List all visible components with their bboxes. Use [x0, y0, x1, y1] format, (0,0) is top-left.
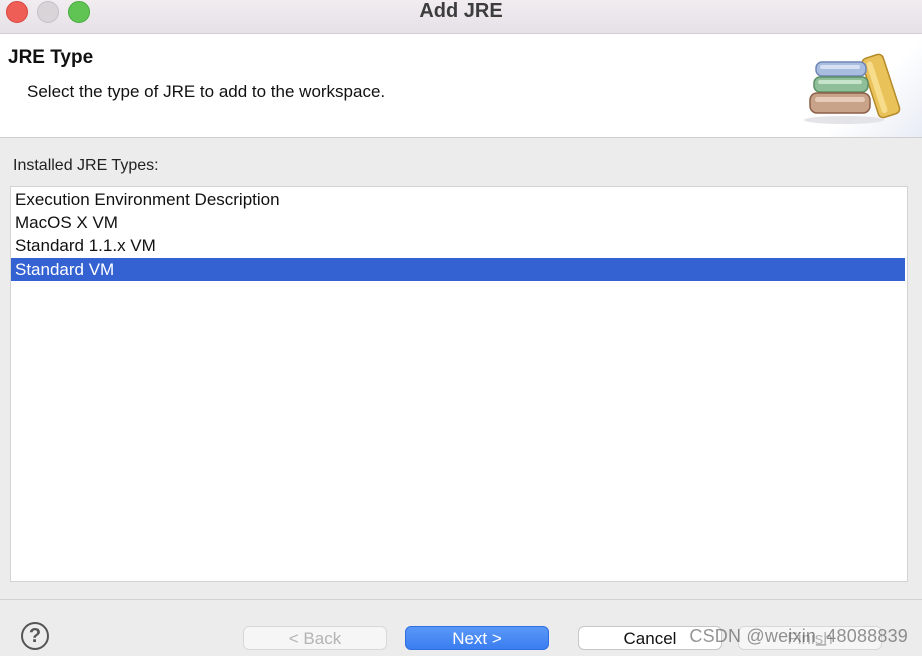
next-button[interactable]: Next > — [405, 626, 549, 650]
add-jre-dialog: Add JRE JRE Type Select the type of JRE … — [0, 0, 922, 656]
list-item-standard-vm[interactable]: Standard VM — [11, 258, 905, 281]
page-title: JRE Type — [8, 47, 94, 68]
help-icon[interactable]: ? — [21, 622, 49, 650]
title-bar: Add JRE — [0, 0, 922, 34]
list-item-standard-1-1-x-vm[interactable]: Standard 1.1.x VM — [11, 234, 905, 257]
window-title: Add JRE — [419, 0, 503, 22]
finish-button[interactable]: Finish — [738, 626, 882, 650]
cancel-button[interactable]: Cancel — [578, 626, 722, 650]
list-item-execution-environment-description[interactable]: Execution Environment Description — [11, 188, 905, 211]
list-item-macos-x-vm[interactable]: MacOS X VM — [11, 211, 905, 234]
page-description: Select the type of JRE to add to the wor… — [27, 82, 386, 101]
wizard-header: JRE Type Select the type of JRE to add t… — [0, 34, 922, 138]
jre-types-list[interactable]: Execution Environment Description MacOS … — [10, 186, 908, 582]
library-books-icon — [802, 34, 922, 137]
back-button[interactable]: < Back — [243, 626, 387, 650]
installed-jre-types-label: Installed JRE Types: — [13, 157, 159, 174]
footer-separator — [0, 599, 922, 600]
